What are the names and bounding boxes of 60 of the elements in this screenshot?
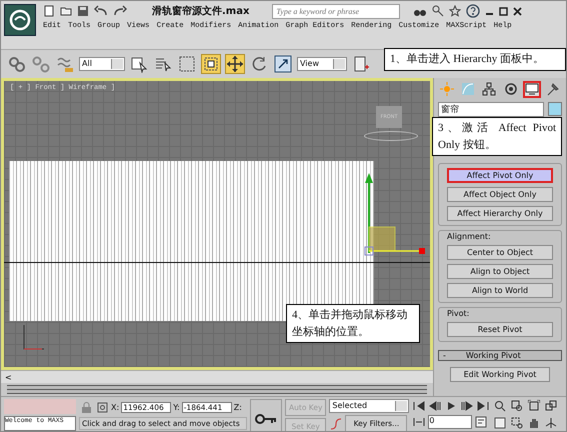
region-zoom-icon[interactable]	[510, 416, 524, 430]
affect-button[interactable]: Affect Pivot Only	[447, 168, 553, 183]
maximize-icon[interactable]	[499, 6, 508, 16]
folder-icon[interactable]	[60, 5, 72, 17]
key-mode-dropdown[interactable]: Selected	[329, 399, 410, 413]
z-label: Z:	[234, 402, 242, 412]
scale-icon[interactable]	[273, 54, 293, 74]
alignment-button[interactable]: Center to Object	[447, 245, 553, 260]
affect-button[interactable]: Affect Object Only	[447, 187, 553, 202]
current-frame-field[interactable]: 0	[428, 415, 472, 429]
reset-pivot-button[interactable]: Reset Pivot	[447, 322, 553, 337]
go-to-start-icon[interactable]	[412, 399, 426, 413]
time-slider-track[interactable]	[7, 385, 427, 394]
display-tab-icon[interactable]	[522, 80, 541, 98]
alignment-button[interactable]: Align to World	[447, 283, 553, 298]
reference-coordinate-dropdown[interactable]: View	[297, 57, 347, 71]
search-field[interactable]: Type a keyword or phrase	[272, 4, 400, 18]
window-crossing-icon[interactable]	[201, 54, 221, 74]
zoom-extents-all-icon[interactable]	[544, 399, 558, 413]
window-title: 滑轨窗帘源文件.max	[152, 4, 250, 18]
selection-filter-dropdown[interactable]: All	[79, 57, 125, 71]
viewcube-ring-icon[interactable]	[364, 131, 418, 141]
object-color-swatch[interactable]	[548, 102, 562, 116]
app-logo-icon[interactable]	[4, 4, 36, 36]
link-icon[interactable]	[7, 54, 27, 74]
callout-note: 1、单击进入 Hierarchy 面板中。	[384, 48, 566, 70]
previous-frame-icon[interactable]	[428, 399, 442, 413]
undo-icon[interactable]	[94, 5, 108, 17]
alignment-button[interactable]: Align to Object	[447, 264, 553, 279]
zoom-extents-icon[interactable]	[527, 399, 542, 413]
callout-note: 4、单击并拖动鼠标移动坐标轴的位置。	[286, 304, 420, 343]
time-config-icon[interactable]	[474, 415, 488, 429]
next-frame-icon[interactable]	[460, 399, 474, 413]
scroll-left-button[interactable]: <	[1, 372, 16, 382]
hierarchy-tab-icon[interactable]	[480, 80, 498, 98]
go-to-end-icon[interactable]	[476, 399, 490, 413]
group-title: Alignment:	[447, 232, 492, 241]
field-of-view-icon[interactable]	[493, 416, 508, 430]
rollout-header[interactable]: - Working Pivot	[438, 350, 562, 361]
move-icon[interactable]	[225, 54, 245, 74]
object-name-field[interactable]: 窗帘	[438, 102, 544, 117]
star-icon[interactable]	[449, 5, 462, 17]
save-icon[interactable]	[77, 5, 89, 17]
zoom-all-icon[interactable]	[510, 399, 524, 413]
maxscript-listener-field[interactable]	[4, 399, 76, 414]
zoom-icon[interactable]	[493, 399, 508, 413]
edit-working-pivot-button[interactable]: Edit Working Pivot	[450, 367, 550, 382]
help-icon[interactable]	[466, 4, 480, 18]
redo-icon[interactable]	[113, 5, 127, 17]
region-select-icon[interactable]	[177, 54, 197, 74]
callout-note: 3、激活 Affect Pivot Only 按钮。	[432, 117, 562, 156]
close-icon[interactable]	[513, 6, 522, 16]
y-label: Y:	[173, 402, 180, 412]
absolute-mode-icon[interactable]	[95, 400, 109, 414]
affect-button[interactable]: Affect Hierarchy Only	[447, 206, 553, 221]
new-file-icon[interactable]	[43, 5, 55, 17]
key-mode-toggle-icon[interactable]	[412, 415, 426, 429]
tangent-curve-icon[interactable]	[329, 416, 344, 430]
group-title: Pivot:	[447, 309, 470, 318]
x-label: X:	[111, 402, 120, 412]
